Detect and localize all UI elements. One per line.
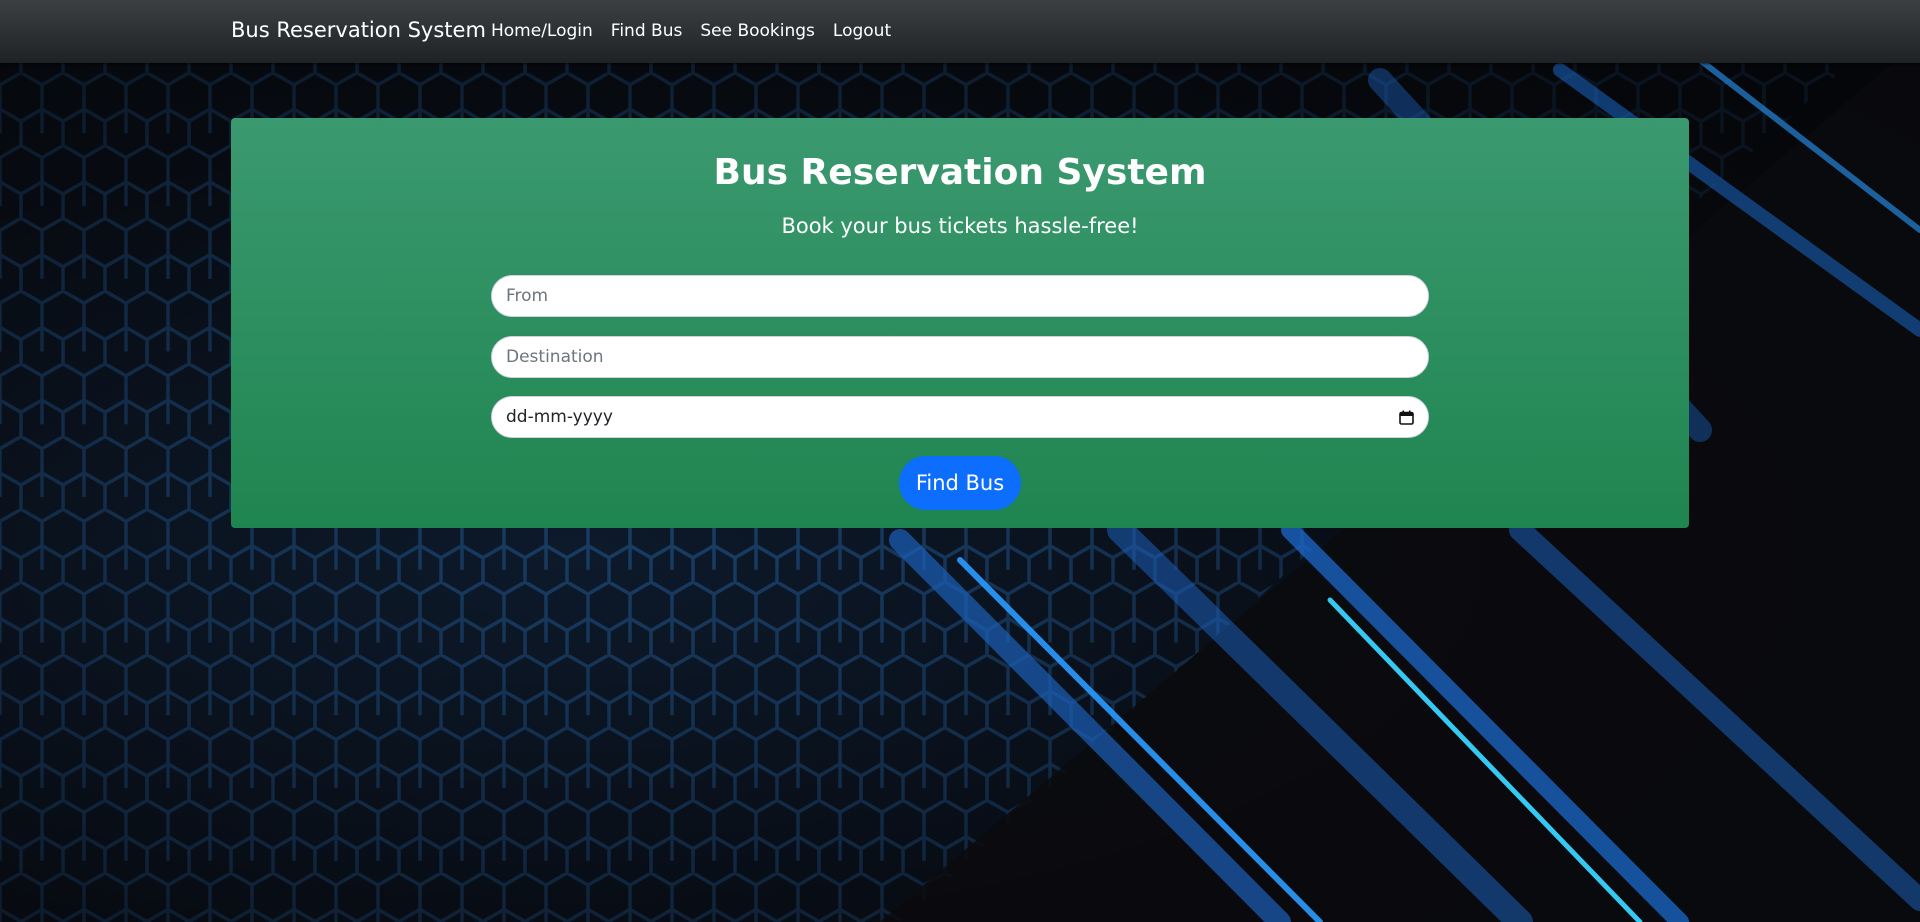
navbar-brand[interactable]: Bus Reservation System — [231, 18, 486, 42]
page-subtitle: Book your bus tickets hassle-free! — [781, 214, 1139, 238]
nav-link-home-login[interactable]: Home/Login — [491, 21, 593, 41]
top-navbar: Bus Reservation System Home/Login Find B… — [0, 0, 1920, 63]
destination-input[interactable] — [491, 336, 1429, 378]
calendar-icon[interactable] — [1399, 410, 1414, 425]
search-card: Bus Reservation System Book your bus tic… — [231, 118, 1689, 528]
date-input[interactable]: dd-mm-yyyy — [491, 396, 1429, 438]
from-input[interactable] — [491, 275, 1429, 317]
date-placeholder: dd-mm-yyyy — [506, 407, 613, 427]
nav-links: Home/Login Find Bus See Bookings Logout — [491, 21, 909, 41]
nav-link-see-bookings[interactable]: See Bookings — [700, 21, 815, 41]
nav-link-find-bus[interactable]: Find Bus — [611, 21, 683, 41]
find-bus-button[interactable]: Find Bus — [899, 456, 1021, 510]
page-title: Bus Reservation System — [713, 152, 1207, 193]
nav-link-logout[interactable]: Logout — [833, 21, 891, 41]
